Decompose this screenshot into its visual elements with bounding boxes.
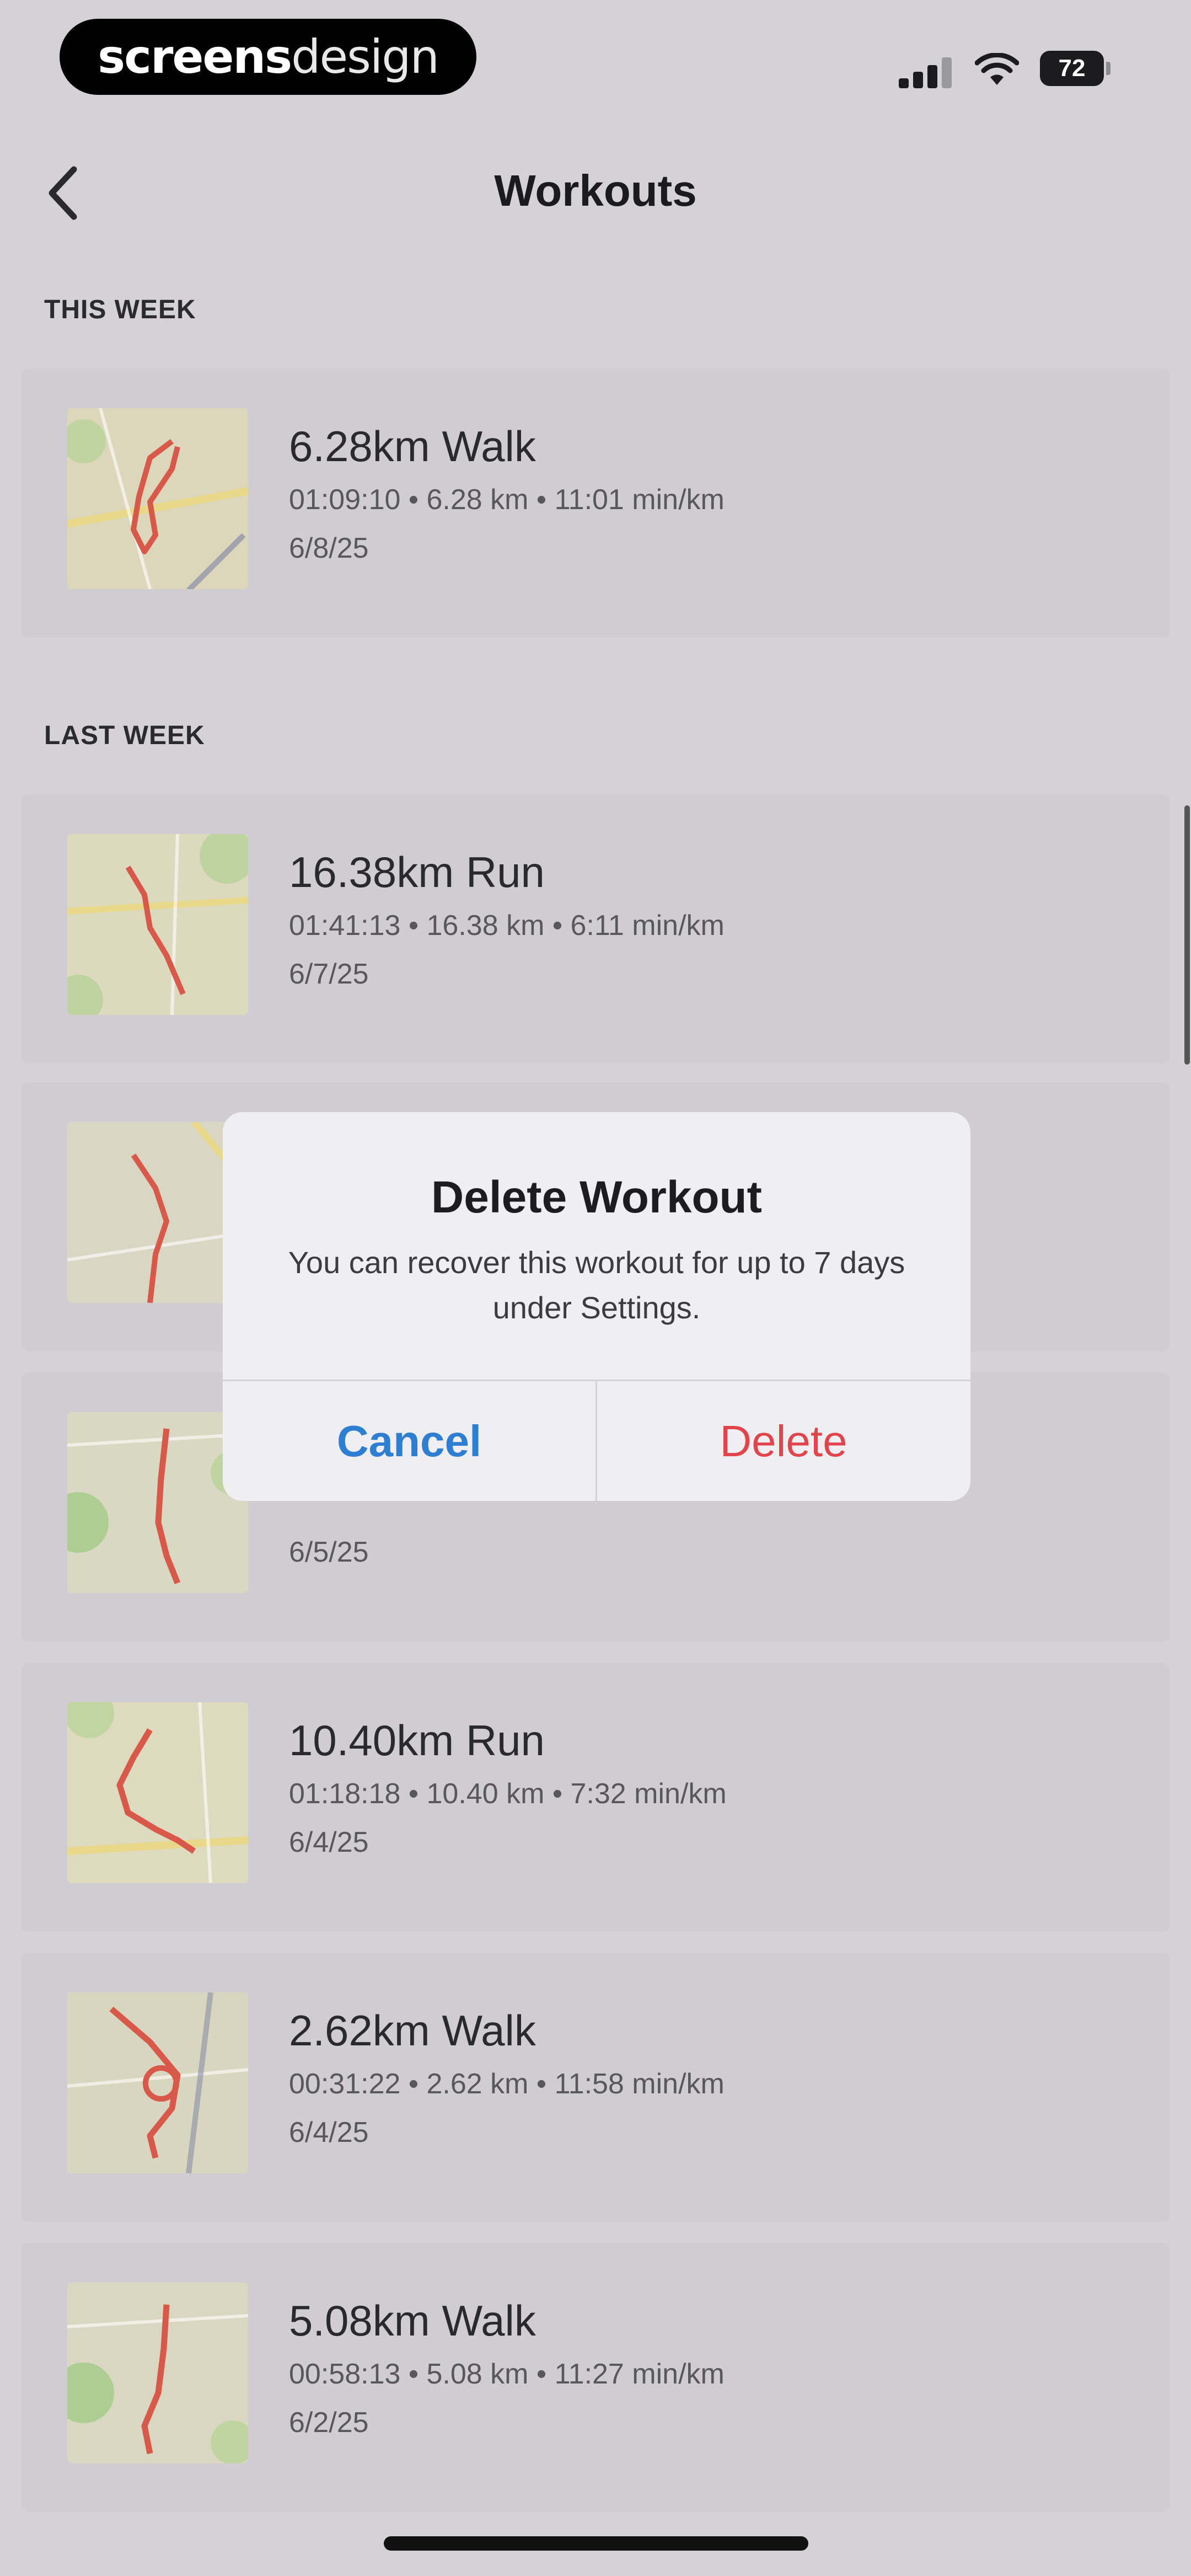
route-map-thumbnail	[67, 1702, 248, 1883]
workout-stats: 01:09:10 • 6.28 km • 11:01 min/km	[289, 484, 725, 516]
workout-date: 6/4/25	[289, 2117, 369, 2149]
workout-row[interactable]: 5.08km Walk 00:58:13 • 5.08 km • 11:27 m…	[21, 2243, 1170, 2512]
status-bar: screens design 72	[0, 0, 1191, 127]
workout-row[interactable]: 2.62km Walk 00:31:22 • 2.62 km • 11:58 m…	[21, 1953, 1170, 2222]
route-map-thumbnail	[67, 1992, 248, 2173]
workout-date: 6/8/25	[289, 532, 369, 564]
workout-date: 6/4/25	[289, 1826, 369, 1858]
workout-title: 6.28km Walk	[289, 422, 536, 471]
route-map-thumbnail	[67, 2283, 248, 2463]
alert-message: You can recover this workout for up to 7…	[288, 1245, 905, 1325]
workout-stats: 00:31:22 • 2.62 km • 11:58 min/km	[289, 2068, 725, 2100]
wifi-icon	[974, 52, 1020, 86]
route-map-thumbnail	[67, 1412, 248, 1593]
workout-row[interactable]: 16.38km Run 01:41:13 • 16.38 km • 6:11 m…	[21, 794, 1170, 1063]
battery-icon: 72	[1040, 51, 1104, 86]
battery-level: 72	[1058, 55, 1086, 82]
workout-date: 6/7/25	[289, 958, 369, 990]
workout-title: 5.08km Walk	[289, 2296, 536, 2345]
page-title: Workouts	[494, 166, 697, 215]
brand-logo-light: design	[291, 30, 439, 84]
brand-logo: screens design	[60, 19, 476, 95]
cancel-button[interactable]: Cancel	[223, 1381, 596, 1501]
home-indicator[interactable]	[384, 2536, 808, 2551]
workout-row[interactable]: 10.40km Run 01:18:18 • 10.40 km • 7:32 m…	[21, 1663, 1170, 1932]
workout-stats: 00:58:13 • 5.08 km • 11:27 min/km	[289, 2358, 725, 2390]
cellular-signal-icon	[899, 55, 954, 88]
workouts-screen: screens design 72 Workouts THIS WEEK LAS…	[0, 0, 1191, 2576]
brand-logo-bold: screens	[98, 30, 292, 84]
workout-date: 6/2/25	[289, 2407, 369, 2439]
navigation-bar: Workouts	[0, 127, 1191, 259]
route-map-thumbnail	[67, 408, 248, 589]
scroll-indicator[interactable]	[1184, 805, 1190, 1065]
workout-stats: 01:18:18 • 10.40 km • 7:32 min/km	[289, 1778, 727, 1810]
workout-title: 16.38km Run	[289, 848, 545, 896]
workout-date: 6/5/25	[289, 1536, 369, 1568]
workout-row[interactable]: 6.28km Walk 01:09:10 • 6.28 km • 11:01 m…	[21, 368, 1170, 638]
alert-title: Delete Workout	[431, 1172, 762, 1222]
section-header-last-week: LAST WEEK	[44, 721, 205, 750]
delete-workout-alert: Delete Workout You can recover this work…	[223, 1112, 970, 1501]
route-map-thumbnail	[67, 834, 248, 1015]
route-map-thumbnail	[67, 1122, 248, 1303]
workout-stats: 01:41:13 • 16.38 km • 6:11 min/km	[289, 910, 725, 942]
workout-title: 10.40km Run	[289, 1716, 545, 1765]
workout-title: 2.62km Walk	[289, 2006, 536, 2055]
delete-button[interactable]: Delete	[597, 1381, 970, 1501]
section-header-this-week: THIS WEEK	[44, 295, 196, 324]
battery-cap	[1106, 62, 1110, 75]
